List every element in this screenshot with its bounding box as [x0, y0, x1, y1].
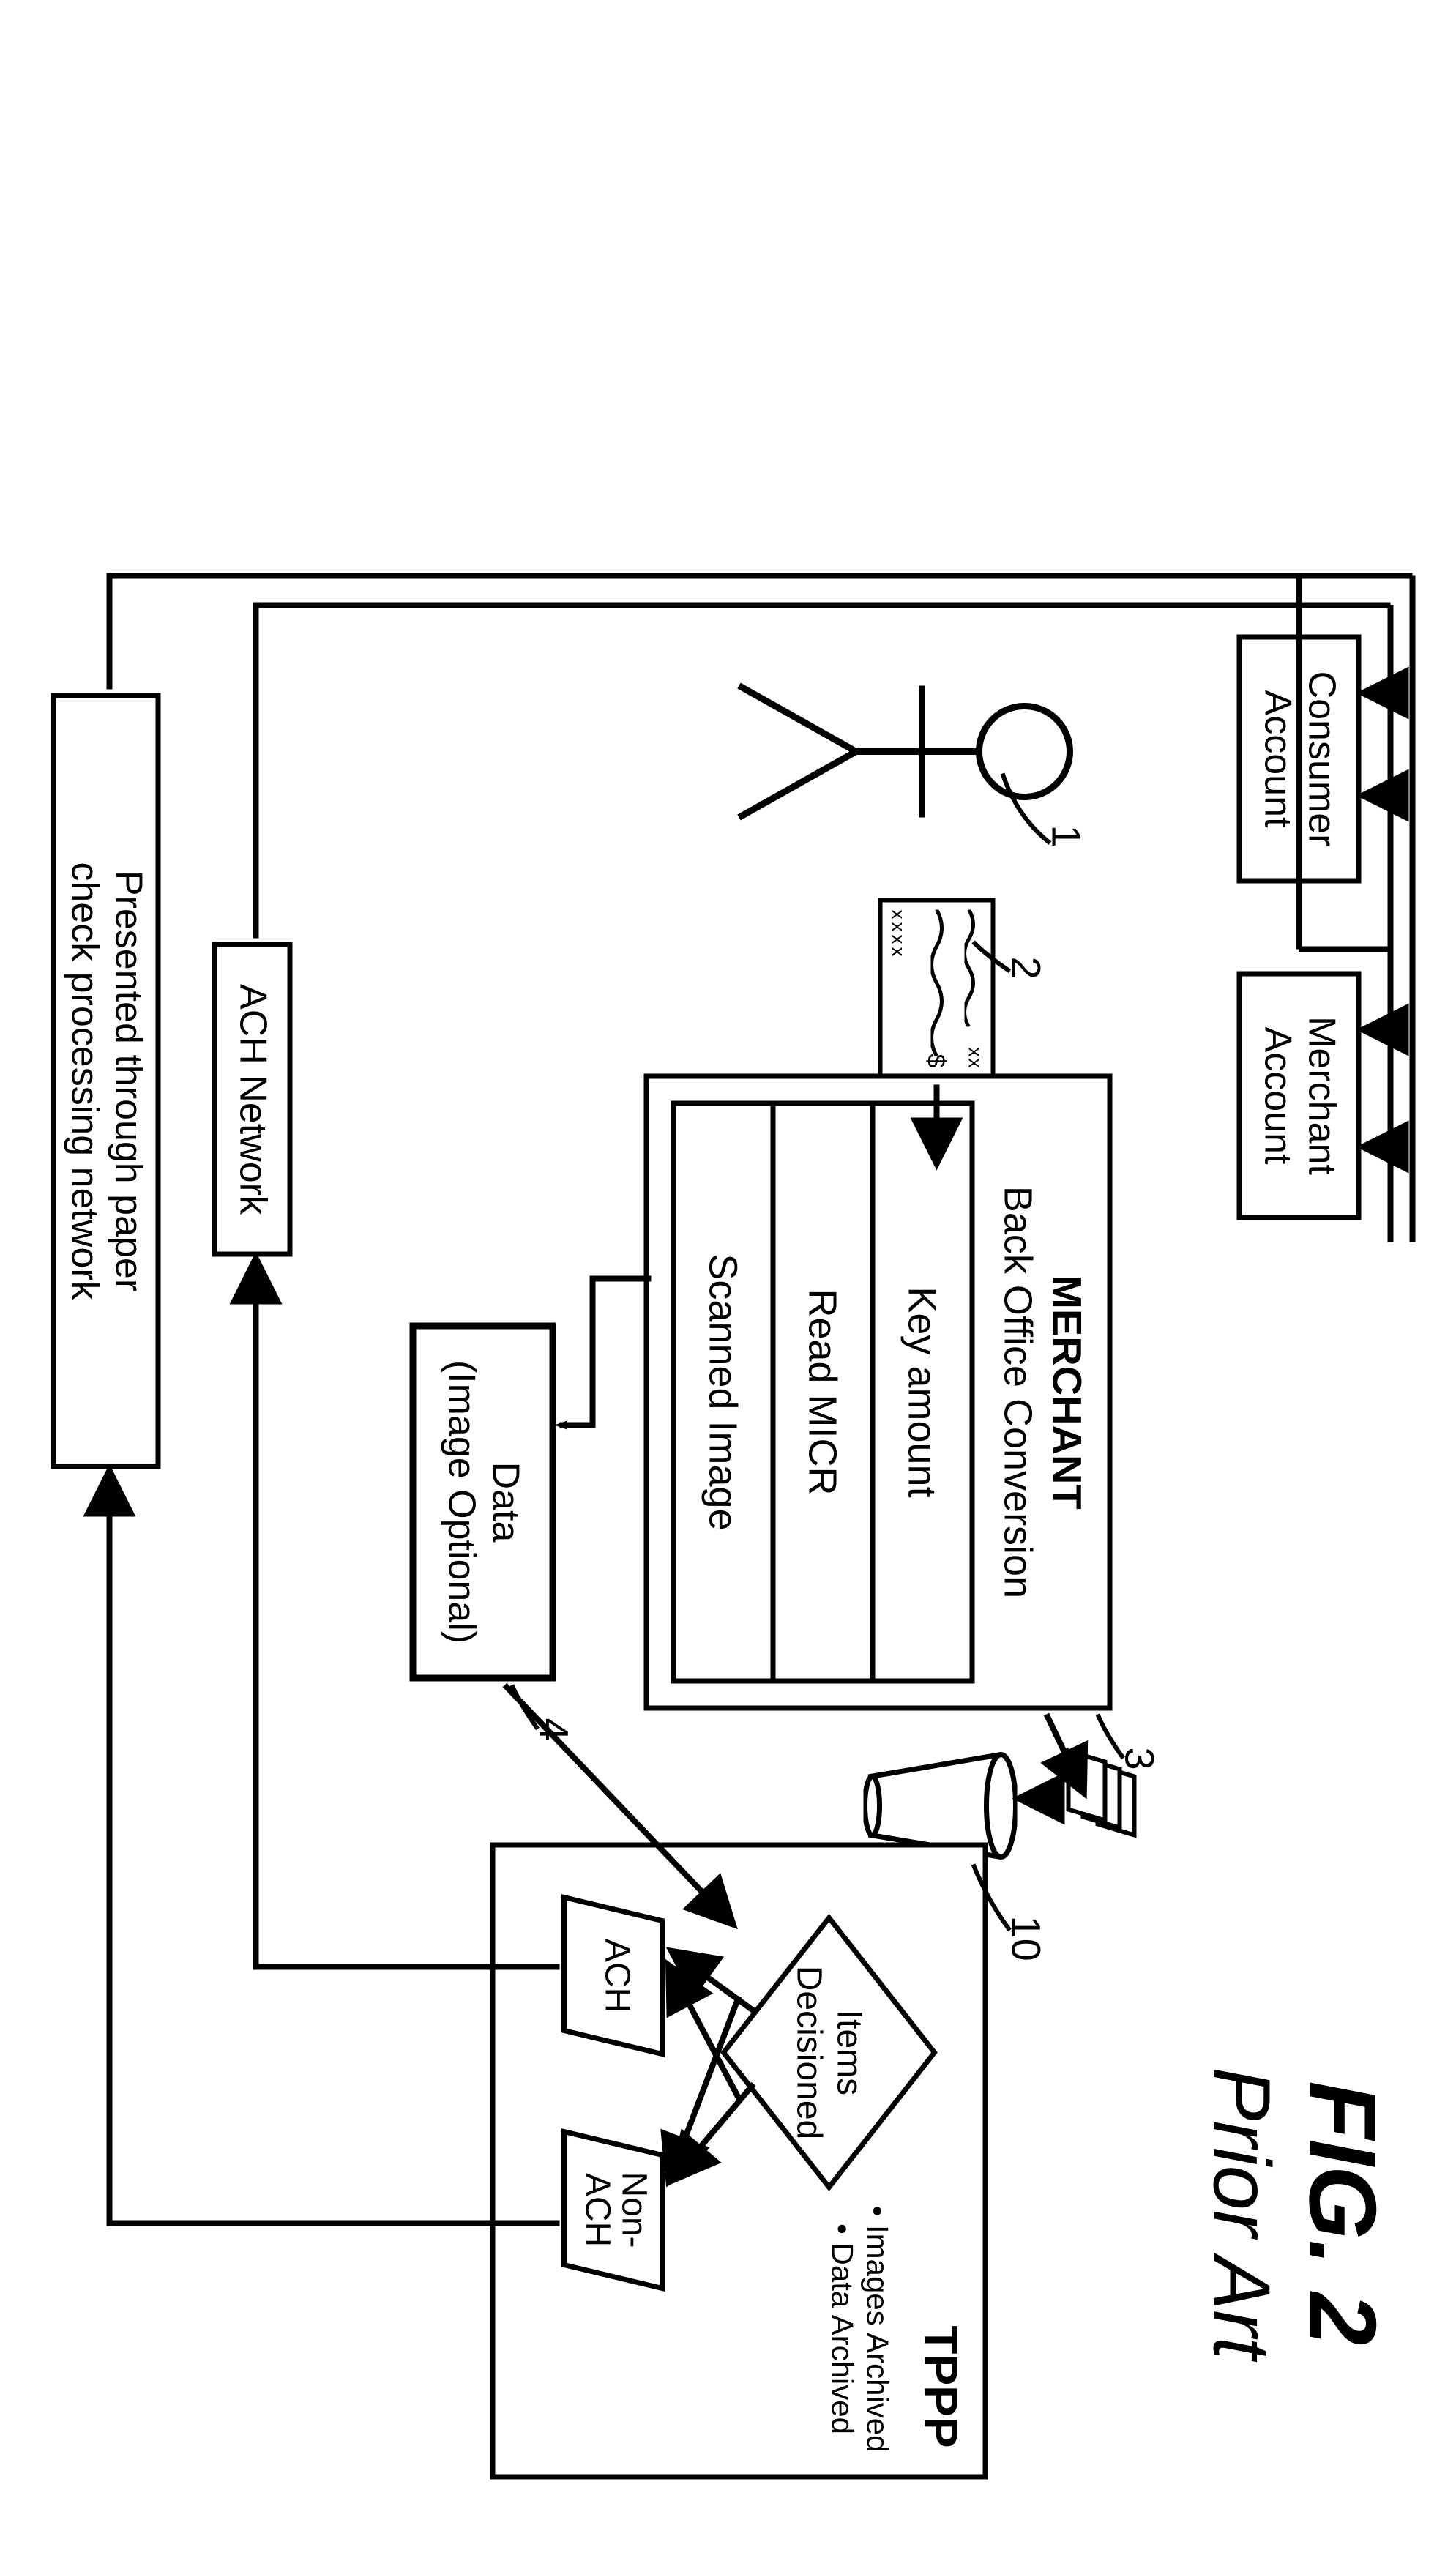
bullet-images-archived: Images Archived [860, 2206, 895, 2453]
ach-output-label: ACH [597, 1892, 638, 2060]
merchant-steps: Key amount Read MICR Scanned Image [671, 1101, 975, 1684]
data-line2: (Image Optional) [439, 1360, 483, 1644]
decision-label: Items Decisioned [789, 1966, 870, 2139]
decision-diamond: Items Decisioned [720, 1914, 939, 2192]
consumer-account-box: Consumer Account [1237, 635, 1362, 884]
consumer-account-label: Consumer Account [1255, 671, 1343, 847]
ref-4: 4 [531, 1718, 578, 1741]
tppp-bullets: Images Archived Data Archived [825, 2206, 895, 2453]
check-topright: xx [964, 1048, 987, 1070]
figure-number: FIG. 2 [1288, 2067, 1398, 2359]
ach-network-label: ACH Network [231, 984, 275, 1215]
merchant-box: MERCHANT Back Office Conversion Key amou… [644, 1074, 1113, 1711]
ref-10: 10 [1003, 1916, 1050, 1961]
data-box: Data (Image Optional) [410, 1323, 556, 1682]
ach-network-box: ACH Network [212, 942, 293, 1257]
bullet-data-archived: Data Archived [825, 2206, 860, 2453]
merchant-step-scanned-image: Scanned Image [676, 1106, 776, 1679]
merchant-account-box: Merchant Account [1237, 972, 1362, 1220]
tppp-title: TPPP [914, 2325, 968, 2448]
ref-1: 1 [1043, 825, 1091, 848]
merchant-step-read-micr: Read MICR [776, 1106, 876, 1679]
data-line1: Data [483, 1462, 527, 1543]
check-currency: $ [922, 1054, 950, 1068]
check-bottom: xxxx [887, 910, 910, 960]
tppp-box: TPPP Items Decisioned ACH Non- ACH Image… [490, 1843, 988, 2480]
ref-3: 3 [1116, 1748, 1164, 1770]
merchant-subtitle: Back Office Conversion [996, 1101, 1041, 1684]
consumer-icon [725, 642, 1076, 862]
figure-title: FIG. 2 Prior Art [1195, 2067, 1398, 2359]
nonach-output-label: Non- ACH [578, 2126, 652, 2294]
figure-caption: Prior Art [1195, 2067, 1288, 2359]
ref-2: 2 [1003, 957, 1050, 980]
paper-network-label: Presented through paper check processing… [62, 862, 150, 1300]
paper-network-box: Presented through paper check processing… [51, 693, 161, 1469]
check-icon: xx $ xxxx [878, 898, 996, 1081]
ach-output: ACH [559, 1892, 668, 2060]
nonach-output: Non- ACH [559, 2126, 668, 2294]
merchant-account-label: Merchant Account [1255, 1016, 1343, 1175]
merchant-title: MERCHANT [1044, 1101, 1091, 1684]
merchant-step-key-amount: Key amount [876, 1106, 970, 1679]
